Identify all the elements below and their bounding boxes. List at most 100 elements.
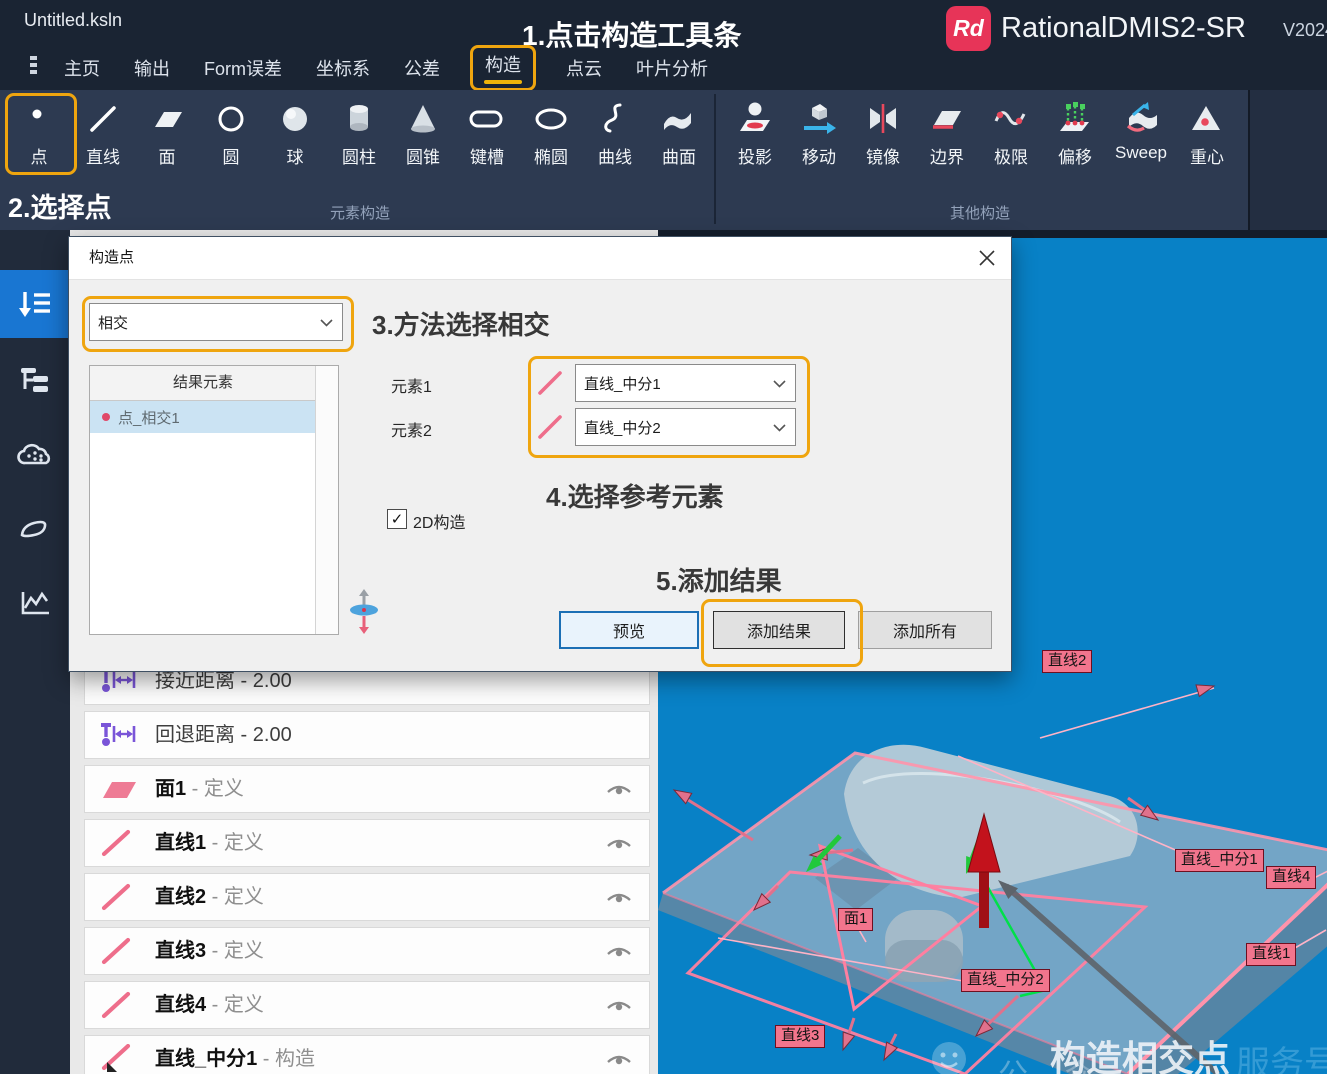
feature-label-line4[interactable]: 直线4 [1266, 866, 1316, 889]
menu-coordinate[interactable]: 坐标系 [316, 55, 370, 81]
visibility-eye-icon[interactable] [605, 781, 633, 802]
main-menu: 主页 输出 Form误差 坐标系 公差 构造 点云 叶片分析 [64, 50, 708, 86]
cylinder-icon [328, 96, 390, 142]
tool-cone[interactable]: 圆锥 [392, 96, 454, 168]
result-list-item[interactable]: 点_相交1 [90, 401, 315, 433]
menu-home[interactable]: 主页 [64, 55, 100, 81]
sidebar-item-report[interactable] [0, 570, 70, 634]
feature-label-line3[interactable]: 直线3 [775, 1025, 825, 1048]
kebab-menu-icon[interactable] [30, 56, 38, 77]
tool-circle[interactable]: 圆 [200, 96, 262, 168]
tool-offset[interactable]: 偏移 [1044, 96, 1106, 168]
annotation-step4: 4.选择参考元素 [546, 477, 724, 514]
2d-construct-checkbox[interactable]: ✓ [387, 509, 407, 529]
point-icon [8, 96, 70, 142]
element2-label: 元素2 [391, 417, 432, 441]
result-list: 结果元素 点_相交1 [89, 365, 339, 635]
annotation-step3: 3.方法选择相交 [372, 305, 550, 342]
toolbar-right-shade [1248, 90, 1327, 230]
method-select[interactable]: 相交 [89, 303, 343, 341]
sidebar-item-sequence[interactable] [0, 270, 70, 338]
point-cloud-icon [16, 439, 54, 469]
sequence-list-icon [17, 288, 53, 320]
blade-icon [17, 513, 53, 543]
element1-select[interactable]: 直线_中分1 [575, 364, 796, 402]
list-item-line2[interactable]: 直线2 - 定义 [84, 873, 650, 921]
tool-sweep[interactable]: Sweep [1106, 96, 1176, 163]
menu-form-error[interactable]: Form误差 [204, 55, 282, 81]
tool-mirror[interactable]: 镜像 [852, 96, 914, 168]
tool-boundary[interactable]: 边界 [916, 96, 978, 168]
ellipse-icon [520, 96, 582, 142]
line-icon [72, 96, 134, 142]
tool-surface[interactable]: 曲面 [648, 96, 710, 168]
chevron-down-icon [320, 314, 333, 331]
result-list-scrollbar[interactable] [315, 366, 338, 634]
plane-icon [136, 96, 198, 142]
tool-point[interactable]: 点 [8, 96, 70, 168]
toolbar-divider [714, 94, 716, 224]
feature-label-line-mid1[interactable]: 直线_中分1 [1175, 849, 1264, 872]
sweep-icon [1106, 96, 1176, 142]
tool-move[interactable]: 移动 [788, 96, 850, 168]
sidebar-item-blade[interactable] [0, 496, 70, 560]
dialog-title-bar[interactable]: 构造点 [69, 237, 1011, 280]
dialog-title: 构造点 [89, 237, 134, 279]
construct-point-dialog: 构造点 相交 3.方法选择相交 结果元素 点_相交1 元素1 直线_中分1 [68, 236, 1012, 672]
element2-select[interactable]: 直线_中分2 [575, 408, 796, 446]
list-item-line4[interactable]: 直线4 - 定义 [84, 981, 650, 1029]
tool-sphere[interactable]: 球 [264, 96, 326, 168]
add-all-button[interactable]: 添加所有 [858, 611, 992, 649]
sphere-icon [264, 96, 326, 142]
list-item-line3[interactable]: 直线3 - 定义 [84, 927, 650, 975]
menu-blade-analysis[interactable]: 叶片分析 [636, 55, 708, 81]
circle-icon [200, 96, 262, 142]
tool-centroid[interactable]: 重心 [1176, 96, 1238, 168]
tool-slot[interactable]: 键槽 [456, 96, 518, 168]
chevron-down-icon [773, 375, 786, 392]
menu-tolerance[interactable]: 公差 [404, 55, 440, 81]
feature-label-plane1[interactable]: 面1 [838, 908, 873, 931]
menu-pointcloud[interactable]: 点云 [566, 55, 602, 81]
preview-button[interactable]: 预览 [559, 611, 699, 649]
menu-output[interactable]: 输出 [134, 55, 170, 81]
line-feature-icon [99, 990, 135, 1025]
line-feature-icon [536, 369, 564, 402]
left-sidebar [0, 230, 70, 1074]
tool-limit[interactable]: 极限 [980, 96, 1042, 168]
visibility-eye-icon[interactable] [605, 997, 633, 1018]
feature-label-line2[interactable]: 直线2 [1042, 650, 1092, 673]
tool-ellipse[interactable]: 椭圆 [520, 96, 582, 168]
2d-construct-label: 2D构造 [413, 509, 465, 533]
feature-label-line-mid2[interactable]: 直线_中分2 [961, 969, 1050, 992]
group-label-other-construct: 其他构造 [910, 202, 1050, 223]
move-icon [788, 96, 850, 142]
tool-line[interactable]: 直线 [72, 96, 134, 168]
list-item-line1[interactable]: 直线1 - 定义 [84, 819, 650, 867]
offset-icon [1044, 96, 1106, 142]
list-item-retract-distance[interactable]: 回退距离 - 2.00 [84, 711, 650, 759]
visibility-eye-icon[interactable] [605, 889, 633, 910]
level-direction-icon[interactable] [348, 589, 380, 640]
list-item-plane1[interactable]: 面1 - 定义 [84, 765, 650, 813]
tool-cylinder[interactable]: 圆柱 [328, 96, 390, 168]
version-label: V2024 [1283, 20, 1327, 41]
chart-icon [18, 587, 52, 617]
close-icon[interactable] [975, 246, 999, 270]
sidebar-item-pointcloud[interactable] [0, 422, 70, 486]
visibility-eye-icon[interactable] [605, 835, 633, 856]
tool-plane[interactable]: 面 [136, 96, 198, 168]
tool-curve[interactable]: 曲线 [584, 96, 646, 168]
tool-project[interactable]: 投影 [724, 96, 786, 168]
app-logo: Rd [946, 6, 991, 51]
retract-distance-icon [99, 720, 139, 755]
sidebar-item-tree[interactable] [0, 348, 70, 412]
surface-icon [648, 96, 710, 142]
visibility-eye-icon[interactable] [605, 943, 633, 964]
visibility-eye-icon[interactable] [605, 1051, 633, 1072]
feature-label-line1[interactable]: 直线1 [1246, 943, 1296, 966]
plane-feature-icon [99, 774, 139, 809]
add-result-button[interactable]: 添加结果 [713, 611, 845, 649]
list-item-line-mid1[interactable]: 直线_中分1 - 构造 [84, 1035, 650, 1074]
slot-icon [456, 96, 518, 142]
